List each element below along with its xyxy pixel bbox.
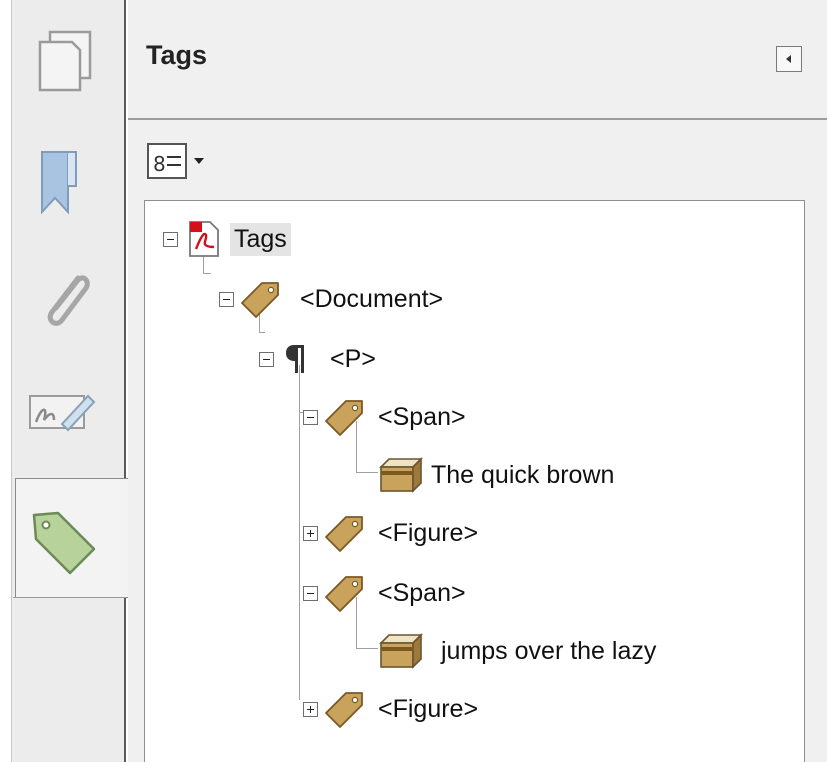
content-box-icon xyxy=(379,457,423,493)
tree-node-label: <Span> xyxy=(378,578,466,607)
sidebar-item-signatures[interactable] xyxy=(28,376,100,448)
bookmark-icon xyxy=(41,151,77,215)
expand-toggle[interactable] xyxy=(303,701,318,717)
tag-icon xyxy=(325,692,363,728)
tree-connector xyxy=(299,365,300,700)
tree-node-content[interactable]: jumps over the lazy xyxy=(377,629,656,673)
tree-node-label: <P> xyxy=(330,344,376,373)
tree-node-span[interactable]: <Span> xyxy=(303,395,466,439)
tree-node-label: The quick brown xyxy=(431,460,615,489)
collapse-toggle[interactable] xyxy=(303,585,318,601)
tree-node-label: <Figure> xyxy=(378,694,479,723)
expand-toggle[interactable] xyxy=(303,525,318,541)
tag-tree: Tags <Document> <P> <Span> The quick bro… xyxy=(144,200,805,762)
collapse-left-icon xyxy=(786,55,791,63)
sidebar-item-pages[interactable] xyxy=(28,26,100,98)
collapse-panel-button[interactable] xyxy=(776,46,802,72)
tree-node-label: jumps over the lazy xyxy=(441,636,657,665)
tree-node-label: <Span> xyxy=(378,402,466,431)
tree-node-figure[interactable]: <Figure> xyxy=(303,687,478,731)
panel-title: Tags xyxy=(146,40,208,70)
panel-header: Tags xyxy=(128,0,827,120)
tree-node-label: <Document> xyxy=(300,284,444,313)
tree-connector xyxy=(203,273,211,274)
sidebar-item-bookmarks[interactable] xyxy=(28,146,100,218)
tag-icon xyxy=(325,400,363,436)
tags-panel: Tags 8 Tags <Document> <P> <Span> The qu… xyxy=(128,0,827,762)
paperclip-icon xyxy=(47,275,90,326)
tag-icon xyxy=(32,511,96,575)
options-menu-button[interactable]: 8 xyxy=(146,140,218,182)
sidebar-divider xyxy=(13,597,126,598)
sidebar-item-attachments[interactable] xyxy=(28,264,100,336)
pdf-file-icon xyxy=(189,221,219,257)
tree-node-document[interactable]: <Document> xyxy=(219,277,443,321)
collapse-toggle[interactable] xyxy=(163,231,178,247)
tree-connector xyxy=(356,472,378,473)
navigation-sidebar xyxy=(0,0,128,762)
tag-icon xyxy=(325,516,363,552)
tag-icon xyxy=(325,576,363,612)
tree-node-root[interactable]: Tags xyxy=(163,217,291,261)
tree-connector xyxy=(356,648,378,649)
tag-icon xyxy=(241,282,279,318)
tree-node-label: <Figure> xyxy=(378,518,479,547)
tree-connector xyxy=(259,332,265,333)
sidebar-item-tags[interactable] xyxy=(15,478,128,598)
collapse-toggle[interactable] xyxy=(303,409,318,425)
svg-text:8: 8 xyxy=(153,152,166,176)
tree-node-label: Tags xyxy=(230,222,291,256)
options-menu-icon: 8 xyxy=(147,143,204,179)
collapse-toggle[interactable] xyxy=(219,291,234,307)
collapse-toggle[interactable] xyxy=(259,351,274,367)
signature-icon xyxy=(29,394,96,432)
tree-node-figure[interactable]: <Figure> xyxy=(303,511,478,555)
tree-node-paragraph[interactable]: <P> xyxy=(259,337,376,381)
content-box-icon xyxy=(379,633,423,669)
pages-icon xyxy=(38,30,92,92)
tree-node-span[interactable]: <Span> xyxy=(303,571,466,615)
paragraph-icon xyxy=(286,345,304,373)
sidebar-rail xyxy=(0,0,12,762)
tree-node-content[interactable]: The quick brown xyxy=(377,453,614,497)
